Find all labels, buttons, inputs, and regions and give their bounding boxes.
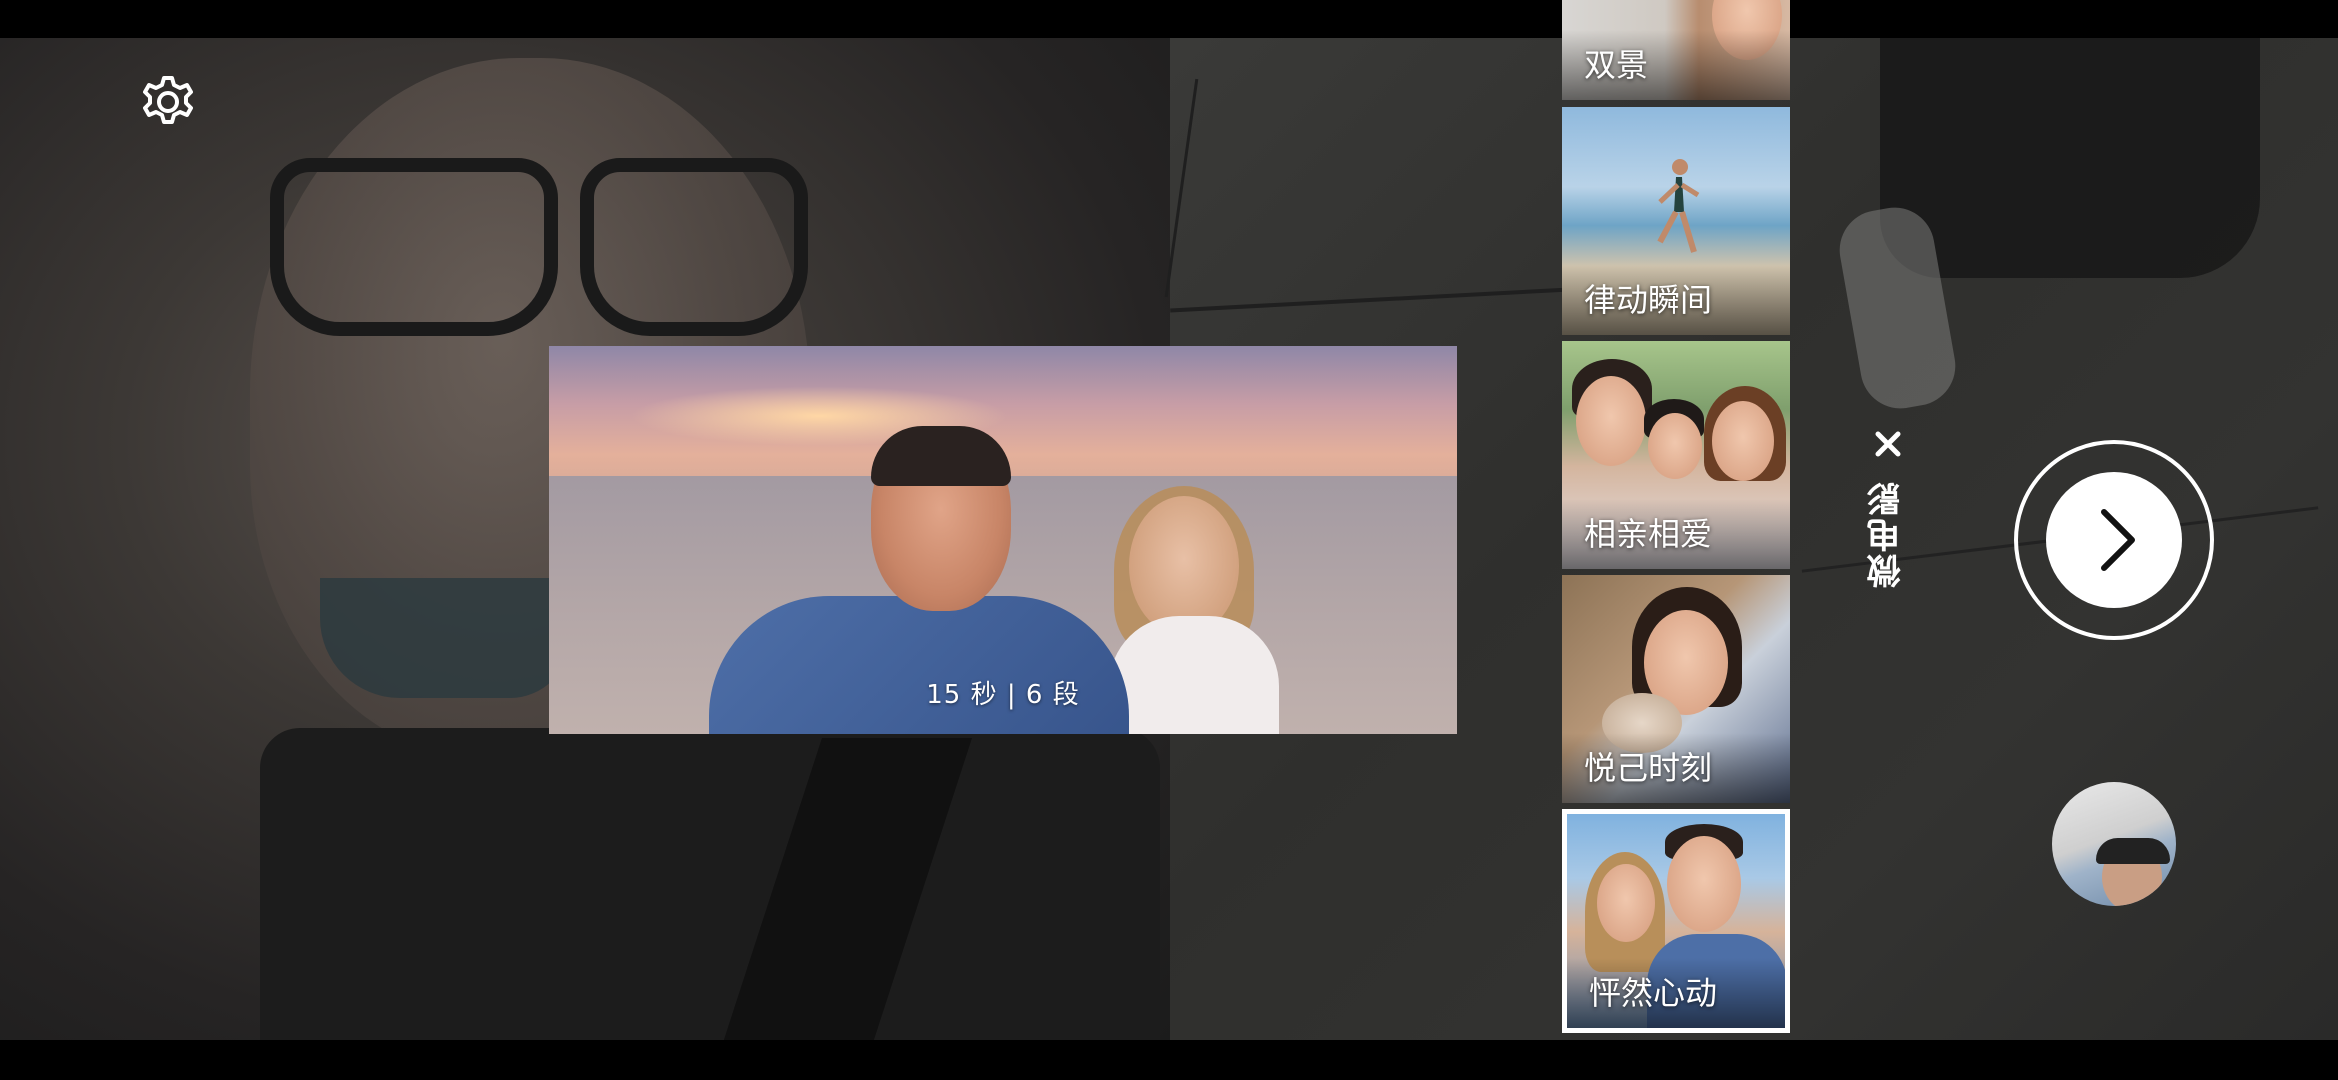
thumbnail-face [1712, 401, 1774, 481]
template-label: 双景 [1584, 46, 1649, 84]
viewfinder-leg [1880, 38, 2260, 278]
template-strip[interactable]: 双景 律动瞬间 相亲相爱 悦己时刻 怦然心动 [1562, 0, 1790, 1040]
template-item-loving-family[interactable]: 相亲相爱 [1562, 341, 1790, 569]
template-item-heartbeat[interactable]: 怦然心动 [1562, 809, 1790, 1033]
thumbnail-face [1648, 413, 1702, 479]
preview-duration-caption: 15 秒 | 6 段 [926, 680, 1080, 710]
preview-man-hair [871, 426, 1011, 486]
preview-man-body [709, 596, 1129, 734]
gear-icon[interactable] [138, 72, 198, 132]
template-label: 律动瞬间 [1584, 281, 1713, 319]
gallery-thumbnail[interactable] [2052, 782, 2176, 906]
template-preview-video[interactable]: 15 秒 | 6 段 [549, 346, 1457, 734]
preview-woman-face [1129, 496, 1239, 636]
template-item-rhythm-moment[interactable]: 律动瞬间 [1562, 107, 1790, 335]
template-label: 悦己时刻 [1584, 749, 1713, 787]
next-button[interactable] [2014, 440, 2214, 640]
viewfinder-glasses-right [580, 158, 808, 336]
viewfinder-glasses-left [270, 158, 558, 336]
mode-title: 微电影 [1867, 480, 1907, 588]
template-item-dual-view[interactable]: 双景 [1562, 0, 1790, 100]
top-bar [0, 0, 2338, 38]
close-icon[interactable] [1868, 424, 1908, 464]
thumbnail-face [1667, 836, 1741, 932]
next-button-fill [2046, 472, 2182, 608]
runner-figure [1657, 159, 1700, 253]
template-label: 怦然心动 [1589, 974, 1718, 1012]
thumbnail-face [1576, 376, 1646, 466]
bottom-bar [0, 1040, 2338, 1080]
template-label: 相亲相爱 [1584, 515, 1713, 553]
chevron-right-icon [2101, 509, 2135, 571]
thumbnail-face [1597, 864, 1655, 942]
viewfinder-mask [320, 578, 570, 698]
viewfinder-shirt [260, 728, 1160, 1040]
template-item-self-joy[interactable]: 悦己时刻 [1562, 575, 1790, 803]
